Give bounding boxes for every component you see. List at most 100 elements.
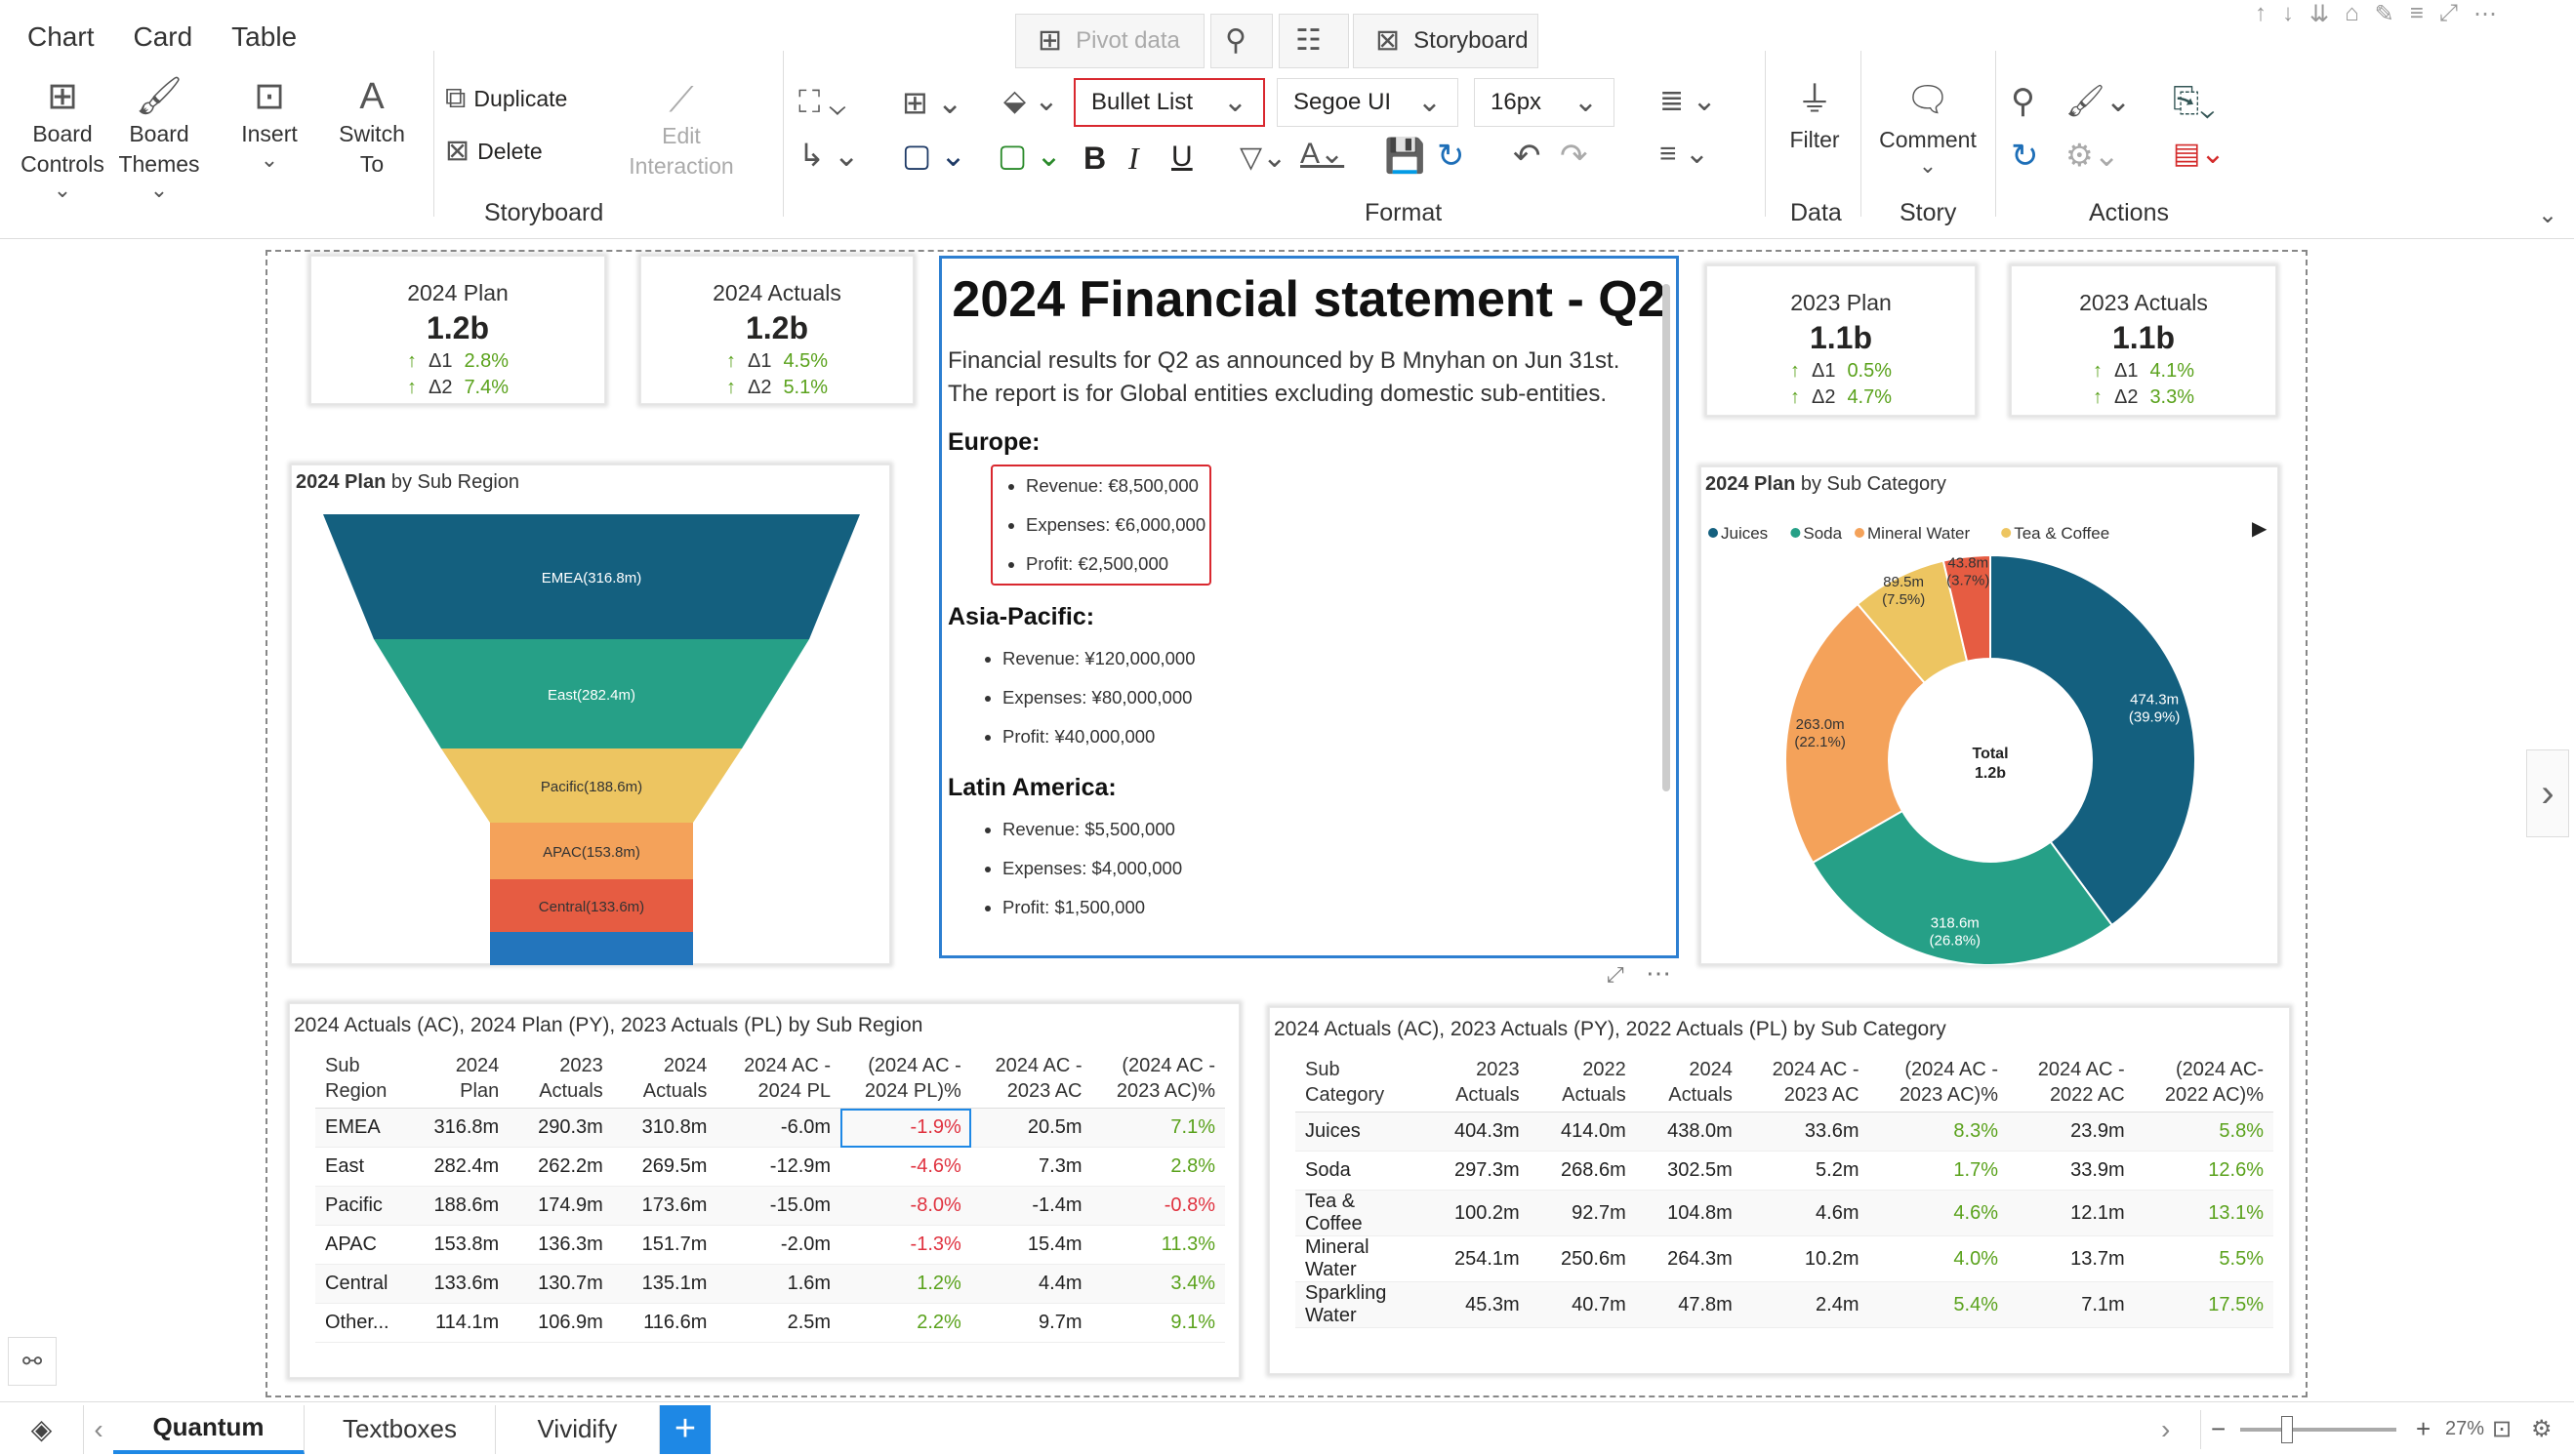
- column-header[interactable]: 2023 Actuals: [509, 1049, 613, 1109]
- table-cell[interactable]: Tea & Coffee: [1295, 1190, 1423, 1236]
- resize-icon[interactable]: ⛶ ⌄: [798, 84, 846, 121]
- table-row[interactable]: Central 133.6m 130.7m 135.1m 1.6m 1.2% 4.4m 3.4…: [315, 1264, 1225, 1304]
- border-grid-icon[interactable]: ⊞ ⌄: [902, 84, 963, 121]
- sort-down-icon[interactable]: ↓: [2282, 0, 2294, 28]
- table-row[interactable]: Pacific 188.6m 174.9m 173.6m -15.0m -8.0% -1.4…: [315, 1186, 1225, 1226]
- highlight-icon[interactable]: ▽⌄: [1240, 141, 1287, 175]
- column-header[interactable]: (2024 AC - 2024 PL)%: [840, 1049, 971, 1109]
- table-cell[interactable]: 302.5m: [1635, 1151, 1742, 1191]
- underline-button[interactable]: U: [1171, 141, 1193, 174]
- kpi-card-2023-actuals[interactable]: 2023 Actuals 1.1b ↑ Δ1 4.1% ↑ Δ2 3.3%: [2011, 265, 2276, 416]
- table-cell[interactable]: 2.5m: [716, 1303, 841, 1343]
- table-cell[interactable]: 151.7m: [612, 1225, 717, 1265]
- reload-icon[interactable]: ↻: [2011, 137, 2039, 176]
- zoom-slider-handle[interactable]: [2281, 1415, 2293, 1443]
- paint-brush-icon[interactable]: 🖌⌄: [2065, 82, 2131, 119]
- search-icon[interactable]: ⚲: [2011, 82, 2035, 121]
- table-cell[interactable]: East: [315, 1147, 415, 1187]
- column-header[interactable]: (2024 AC - 2023 AC)%: [1091, 1049, 1225, 1109]
- table-cell[interactable]: EMEA: [315, 1108, 415, 1148]
- kpi-card-2023-plan[interactable]: 2023 Plan 1.1b ↑ Δ1 0.5% ↑ Δ2 4.7%: [1706, 265, 1976, 416]
- table-cell[interactable]: 4.6m: [1741, 1190, 1869, 1236]
- zoom-slider[interactable]: [2240, 1415, 2396, 1443]
- table-cell[interactable]: Juices: [1295, 1112, 1423, 1152]
- insights-icon[interactable]: ⚯: [8, 1337, 57, 1386]
- table-row[interactable]: Sparkling Water 45.3m 40.7m 47.8m 2.4m 5.4% 7.…: [1295, 1281, 2273, 1328]
- gear-icon[interactable]: ⚙⌄: [2065, 137, 2120, 174]
- tab-vividify[interactable]: Vividify: [496, 1404, 660, 1454]
- refresh-icon[interactable]: ↻: [1437, 137, 1465, 176]
- expand-icon[interactable]: ⤢: [2439, 0, 2458, 28]
- column-header[interactable]: 2024 Actuals: [612, 1049, 717, 1109]
- more-icon[interactable]: ⋯: [2473, 0, 2497, 28]
- funnel-chart-card[interactable]: 2024 Plan by Sub Region EMEA(316.8m) East…: [291, 465, 890, 965]
- table-cell[interactable]: 174.9m: [509, 1186, 613, 1226]
- table-cell[interactable]: Other...: [315, 1303, 415, 1343]
- legend-item[interactable]: Tea & Coffee: [2014, 524, 2109, 543]
- filter-button[interactable]: ⏚ Filter: [1782, 82, 1847, 155]
- zoom-in-icon[interactable]: +: [2416, 1414, 2445, 1444]
- table-cell[interactable]: 5.2m: [1741, 1151, 1869, 1191]
- table-cell[interactable]: 13.1%: [2134, 1190, 2273, 1236]
- home-icon[interactable]: ⌂: [2345, 0, 2359, 28]
- storyboard-button[interactable]: ⊠ Storyboard: [1353, 14, 1538, 68]
- delete-button[interactable]: ⊠ Delete: [445, 137, 543, 166]
- align-icon[interactable]: ≣ ⌄: [1659, 84, 1717, 118]
- column-header[interactable]: Sub Region: [315, 1049, 415, 1109]
- table-cell[interactable]: 3.4%: [1091, 1264, 1225, 1304]
- layers-icon[interactable]: ◈: [0, 1404, 84, 1454]
- table-cell[interactable]: 11.3%: [1091, 1225, 1225, 1265]
- table-cell[interactable]: 8.3%: [1868, 1112, 2008, 1152]
- table-cell[interactable]: 2.4m: [1741, 1281, 1869, 1328]
- storyboard-textbox[interactable]: 2024 Financial statement - Q2 Financial …: [939, 256, 1679, 958]
- table-cell[interactable]: -4.6%: [840, 1147, 971, 1187]
- prev-tab-chevron-icon[interactable]: ‹: [84, 1414, 113, 1445]
- pdf-icon[interactable]: ▤⌄: [2173, 137, 2225, 171]
- table-cell[interactable]: 1.2%: [840, 1264, 971, 1304]
- column-header[interactable]: (2024 AC- 2022 AC)%: [2134, 1053, 2273, 1112]
- menu-icon[interactable]: ≡: [2410, 0, 2424, 28]
- table-cell[interactable]: 104.8m: [1635, 1190, 1742, 1236]
- table-cell[interactable]: 282.4m: [414, 1147, 510, 1187]
- table-cell[interactable]: 404.3m: [1422, 1112, 1530, 1152]
- tab-quantum[interactable]: Quantum: [113, 1404, 305, 1454]
- table-cell[interactable]: 33.6m: [1741, 1112, 1869, 1152]
- table-row[interactable]: Tea & Coffee 100.2m 92.7m 104.8m 4.6m 4.6% 12.…: [1295, 1190, 2273, 1236]
- tab-textboxes[interactable]: Textboxes: [305, 1404, 496, 1454]
- kpi-card-2024-actuals[interactable]: 2024 Actuals 1.2b ↑ Δ1 4.5% ↑ Δ2 5.1%: [640, 256, 914, 404]
- table-row[interactable]: APAC 153.8m 136.3m 151.7m -2.0m -1.3% 15.4m 11.…: [315, 1225, 1225, 1265]
- duplicate-button[interactable]: ⧉ Duplicate: [445, 84, 567, 113]
- table-cell[interactable]: 40.7m: [1529, 1281, 1636, 1328]
- board-controls-button[interactable]: ⊞ Board Controls ⌄: [14, 78, 111, 202]
- table-cell[interactable]: 4.6%: [1868, 1190, 2008, 1236]
- table-cell[interactable]: 130.7m: [509, 1264, 613, 1304]
- table-cell[interactable]: Pacific: [315, 1186, 415, 1226]
- expand-icon[interactable]: ⤢: [1607, 962, 1624, 988]
- column-header[interactable]: 2024 Actuals: [1635, 1053, 1742, 1112]
- table-cell[interactable]: 92.7m: [1529, 1190, 1636, 1236]
- shape-fill-icon[interactable]: ▢ ⌄: [998, 137, 1062, 174]
- table-cell[interactable]: 173.6m: [612, 1186, 717, 1226]
- table-cell[interactable]: 136.3m: [509, 1225, 613, 1265]
- funnel-segment-other[interactable]: [490, 932, 693, 965]
- table-cell[interactable]: 262.2m: [509, 1147, 613, 1187]
- font-color-icon[interactable]: A⌄: [1300, 137, 1344, 171]
- zoom-out-icon[interactable]: −: [2211, 1414, 2240, 1444]
- table-cell[interactable]: 5.5%: [2134, 1235, 2273, 1282]
- table-cell[interactable]: 7.3m: [970, 1147, 1092, 1187]
- export-icon[interactable]: ⎘⌄: [2173, 82, 2215, 120]
- table-cell[interactable]: 135.1m: [612, 1264, 717, 1304]
- fill-color-icon[interactable]: ⬙ ⌄: [1003, 84, 1059, 118]
- table-cell[interactable]: 269.5m: [612, 1147, 717, 1187]
- table-cell[interactable]: 4.0%: [1868, 1235, 2008, 1282]
- table-cell[interactable]: 188.6m: [414, 1186, 510, 1226]
- table-cell[interactable]: 20.5m: [970, 1108, 1092, 1148]
- kpi-card-2024-plan[interactable]: 2024 Plan 1.2b ↑ Δ1 2.8% ↑ Δ2 7.4%: [310, 256, 605, 404]
- table-cell[interactable]: 13.7m: [2007, 1235, 2135, 1282]
- table-cell[interactable]: 297.3m: [1422, 1151, 1530, 1191]
- add-tab-button[interactable]: +: [660, 1404, 711, 1454]
- undo-icon[interactable]: ↶: [1513, 137, 1541, 176]
- table-cell[interactable]: -1.9%: [840, 1108, 971, 1148]
- table-cell[interactable]: 116.6m: [612, 1303, 717, 1343]
- table-cell[interactable]: 7.1%: [1091, 1108, 1225, 1148]
